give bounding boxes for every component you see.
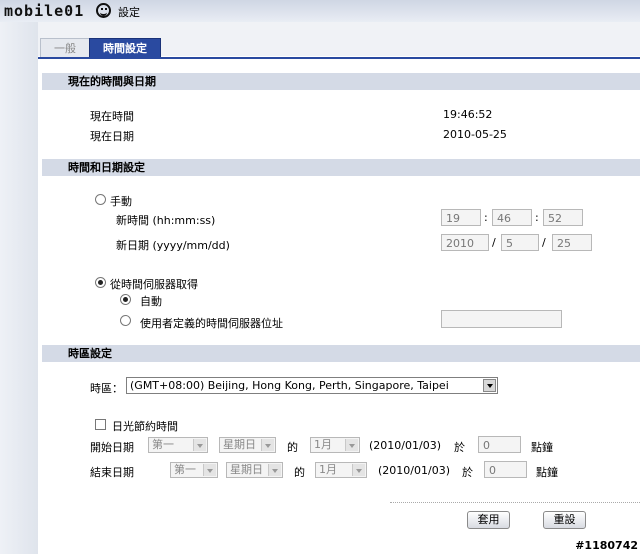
site-logo: mobile01 — [4, 2, 85, 20]
chevron-down-icon[interactable] — [352, 464, 365, 476]
time-separator: : — [484, 211, 488, 224]
dst-start-date-text: (2010/01/03) — [369, 439, 441, 452]
chevron-down-icon[interactable] — [483, 379, 496, 392]
tab-time-setting[interactable]: 時間設定 — [89, 38, 161, 59]
current-date-label: 現在日期 — [90, 130, 134, 143]
new-date-month-input[interactable]: 5 — [501, 234, 539, 251]
dst-end-hour-input[interactable]: 0 — [484, 461, 527, 478]
current-date-value: 2010-05-25 — [443, 128, 507, 141]
manual-radio[interactable] — [95, 194, 106, 205]
time-separator: : — [535, 211, 539, 224]
custom-server-input[interactable] — [441, 310, 562, 328]
chevron-down-icon[interactable] — [268, 464, 281, 476]
timezone-select[interactable]: (GMT+08:00) Beijing, Hong Kong, Perth, S… — [126, 377, 498, 394]
custom-server-radio[interactable] — [120, 315, 131, 326]
dst-start-hour-input[interactable]: 0 — [478, 436, 521, 453]
dst-start-weekday-select[interactable]: 星期日 — [219, 437, 276, 453]
reset-button[interactable]: 重設 — [543, 511, 586, 529]
dst-end-date-text: (2010/01/03) — [378, 464, 450, 477]
section-current-time: 現在的時間與日期 — [42, 73, 640, 90]
title-bar: mobile01 設定 — [0, 0, 640, 23]
dst-end-of: 的 — [294, 466, 305, 479]
page-title: 設定 — [118, 6, 140, 19]
new-date-day-input[interactable]: 25 — [552, 234, 592, 251]
dst-start-month-select[interactable]: 1月 — [310, 437, 360, 453]
timezone-label: 時區： — [90, 382, 123, 395]
section-timezone: 時區設定 — [42, 345, 640, 362]
section-time-date-setting: 時間和日期設定 — [42, 159, 640, 176]
dst-start-week-select[interactable]: 第一 — [148, 437, 208, 453]
new-time-label: 新時間 (hh:mm:ss) — [116, 214, 216, 227]
timezone-value: (GMT+08:00) Beijing, Hong Kong, Perth, S… — [130, 379, 449, 392]
dst-end-weekday-select[interactable]: 星期日 — [226, 462, 283, 478]
new-time-hour-input[interactable]: 19 — [441, 209, 481, 226]
dst-end-month-select[interactable]: 1月 — [315, 462, 367, 478]
new-time-minute-input[interactable]: 46 — [492, 209, 532, 226]
chevron-down-icon[interactable] — [203, 464, 216, 476]
smiley-icon — [96, 3, 111, 18]
dst-end-at: 於 — [462, 466, 473, 479]
dst-end-week-select[interactable]: 第一 — [170, 462, 218, 478]
time-server-radio[interactable] — [95, 277, 106, 288]
current-time-value: 19:46:52 — [443, 108, 493, 121]
dst-end-label: 結束日期 — [90, 466, 134, 479]
manual-label: 手動 — [110, 195, 132, 208]
tab-general[interactable]: 一般 — [40, 38, 90, 58]
auto-label: 自動 — [140, 295, 162, 308]
new-date-year-input[interactable]: 2010 — [441, 234, 489, 251]
chevron-down-icon[interactable] — [261, 439, 274, 451]
dst-checkbox[interactable] — [95, 419, 106, 430]
chevron-down-icon[interactable] — [193, 439, 206, 451]
chevron-down-icon[interactable] — [345, 439, 358, 451]
dst-start-unit: 點鐘 — [531, 441, 553, 454]
dst-end-unit: 點鐘 — [536, 466, 558, 479]
dst-start-of: 的 — [287, 441, 298, 454]
watermark: #1180742 — [575, 539, 638, 552]
dst-label: 日光節約時間 — [112, 420, 178, 433]
custom-server-label: 使用者定義的時間伺服器位址 — [140, 317, 283, 330]
new-date-label: 新日期 (yyyy/mm/dd) — [116, 239, 230, 252]
auto-radio[interactable] — [120, 294, 131, 305]
time-server-label: 從時間伺服器取得 — [110, 278, 198, 291]
apply-button[interactable]: 套用 — [467, 511, 510, 529]
divider — [390, 502, 640, 503]
dst-start-at: 於 — [454, 441, 465, 454]
date-separator: / — [492, 236, 496, 249]
new-time-second-input[interactable]: 52 — [543, 209, 583, 226]
current-time-label: 現在時間 — [90, 110, 134, 123]
dst-start-label: 開始日期 — [90, 441, 134, 454]
date-separator: / — [542, 236, 546, 249]
left-sidebar — [0, 22, 38, 554]
